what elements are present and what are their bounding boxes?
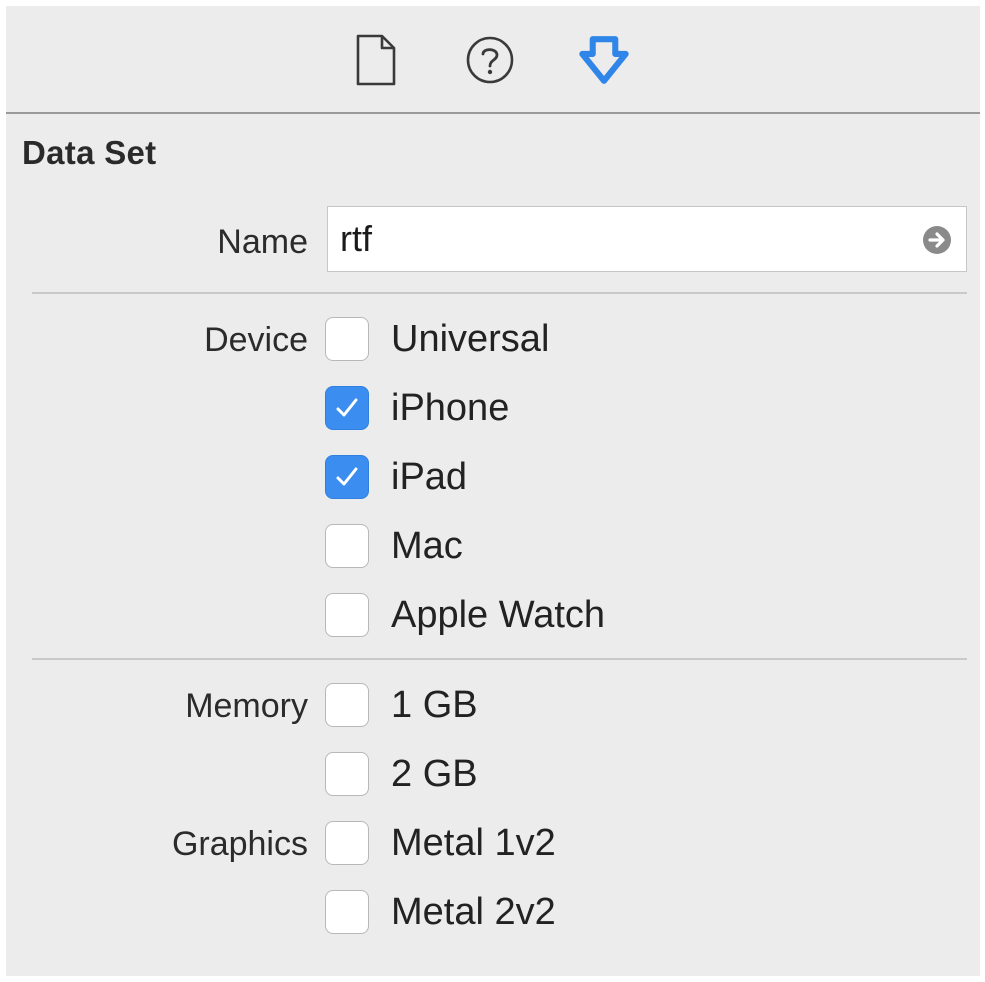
checkbox-label: iPhone <box>391 387 510 429</box>
checkbox-box[interactable] <box>325 593 369 637</box>
checkbox-label: Universal <box>391 318 550 360</box>
attributes-inspector-icon <box>579 36 629 84</box>
quick-help-button[interactable] <box>464 30 516 90</box>
checkbox-box[interactable] <box>325 821 369 865</box>
name-field[interactable]: rtf <box>327 206 967 272</box>
name-label: Name <box>217 223 308 261</box>
device-label: Device <box>204 321 308 359</box>
checkbox-label: Mac <box>391 525 463 567</box>
name-value: rtf <box>340 218 372 259</box>
checkbox-box[interactable] <box>325 386 369 430</box>
divider <box>32 292 967 294</box>
section-title: Data Set <box>22 134 157 171</box>
checkmark-icon <box>336 398 358 417</box>
checkbox-box[interactable] <box>325 890 369 934</box>
checkbox-label: iPad <box>391 456 468 498</box>
memory-label: Memory <box>185 687 308 725</box>
checkbox-label: Metal 2v2 <box>391 891 556 933</box>
help-icon <box>466 36 514 84</box>
inspector-panel: Data Set Name rtf Device Universal iPhon… <box>6 6 980 976</box>
checkmark-icon <box>336 467 358 486</box>
graphics-label: Graphics <box>171 825 308 863</box>
toolbar-divider <box>6 112 980 114</box>
go-arrow-icon[interactable] <box>922 225 952 255</box>
checkbox-label: Metal 1v2 <box>391 822 556 864</box>
checkbox-box[interactable] <box>325 524 369 568</box>
checkbox-box[interactable] <box>325 455 369 499</box>
checkbox-box[interactable] <box>325 683 369 727</box>
inspector-toolbar <box>6 6 980 112</box>
file-icon <box>356 34 396 86</box>
checkbox-label: 1 GB <box>391 684 478 726</box>
checkbox-label: 2 GB <box>391 753 478 795</box>
checkbox-label: Apple Watch <box>391 594 606 636</box>
file-inspector-button[interactable] <box>350 30 402 90</box>
checkbox-box[interactable] <box>325 317 369 361</box>
divider <box>32 658 967 660</box>
checkbox-box[interactable] <box>325 752 369 796</box>
attributes-inspector-button[interactable] <box>578 30 630 90</box>
